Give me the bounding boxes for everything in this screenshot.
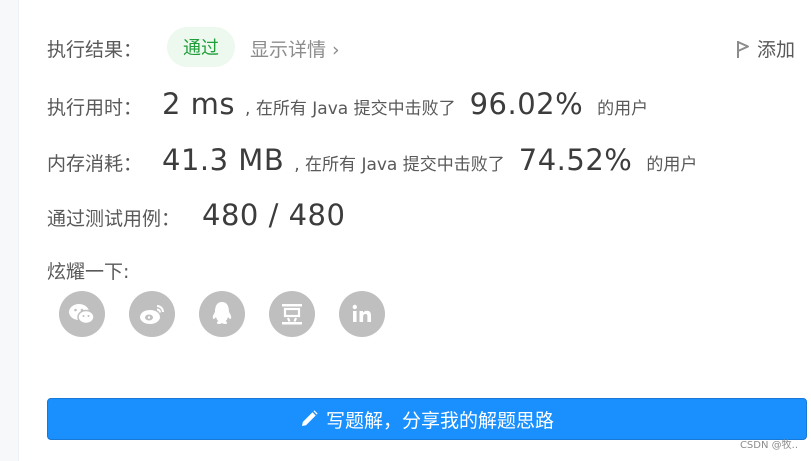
submission-result-panel: 执行结果： 通过 显示详情 › 添加 执行用时： 2 ms , 在所有 Java… [18,0,811,461]
runtime-percent: 96.02% [469,87,584,121]
flag-icon [737,40,749,58]
status-badge: 通过 [167,27,235,67]
memory-beat-text: , 在所有 Java 提交中击败了 [294,155,505,175]
pencil-icon [301,410,318,426]
runtime-beat-text: , 在所有 Java 提交中击败了 [245,99,456,119]
share-linkedin-button[interactable] [339,291,385,337]
write-solution-button[interactable]: 写题解，分享我的解题思路 [47,398,807,440]
runtime-row: 执行用时： 2 ms , 在所有 Java 提交中击败了 96.02% 的用户 [47,87,648,121]
result-label: 执行结果： [47,39,143,61]
douban-icon [282,304,302,325]
runtime-label: 执行用时： [47,97,143,119]
weibo-icon [140,305,164,324]
memory-percent: 74.52% [518,143,633,177]
write-solution-label: 写题解，分享我的解题思路 [325,409,554,432]
watermark: CSDN @牧.. [739,440,798,451]
linkedin-icon [352,304,371,322]
share-weibo-button[interactable] [129,291,175,337]
memory-row: 内存消耗： 41.3 MB , 在所有 Java 提交中击败了 74.52% 的… [47,143,697,177]
add-note-label: 添加 [757,39,796,61]
tests-value: 480 / 480 [202,198,346,232]
runtime-value: 2 ms [162,87,236,121]
show-details-link[interactable]: 显示详情 › [250,35,340,62]
wechat-icon [69,304,95,325]
add-note-button[interactable]: 添加 [735,35,795,62]
share-buttons [59,291,409,337]
share-douban-button[interactable] [269,291,315,337]
share-label: 炫耀一下: [47,261,130,283]
share-qq-button[interactable] [199,291,245,337]
memory-suffix: 的用户 [646,155,698,175]
result-row: 执行结果： [47,35,142,62]
tests-label: 通过测试用例： [47,208,181,230]
runtime-suffix: 的用户 [597,99,649,119]
qq-icon [212,302,232,324]
memory-value: 41.3 MB [162,143,285,177]
share-wechat-button[interactable] [59,291,105,337]
memory-label: 内存消耗： [47,153,143,175]
tests-row: 通过测试用例： 480 / 480 [47,198,345,232]
